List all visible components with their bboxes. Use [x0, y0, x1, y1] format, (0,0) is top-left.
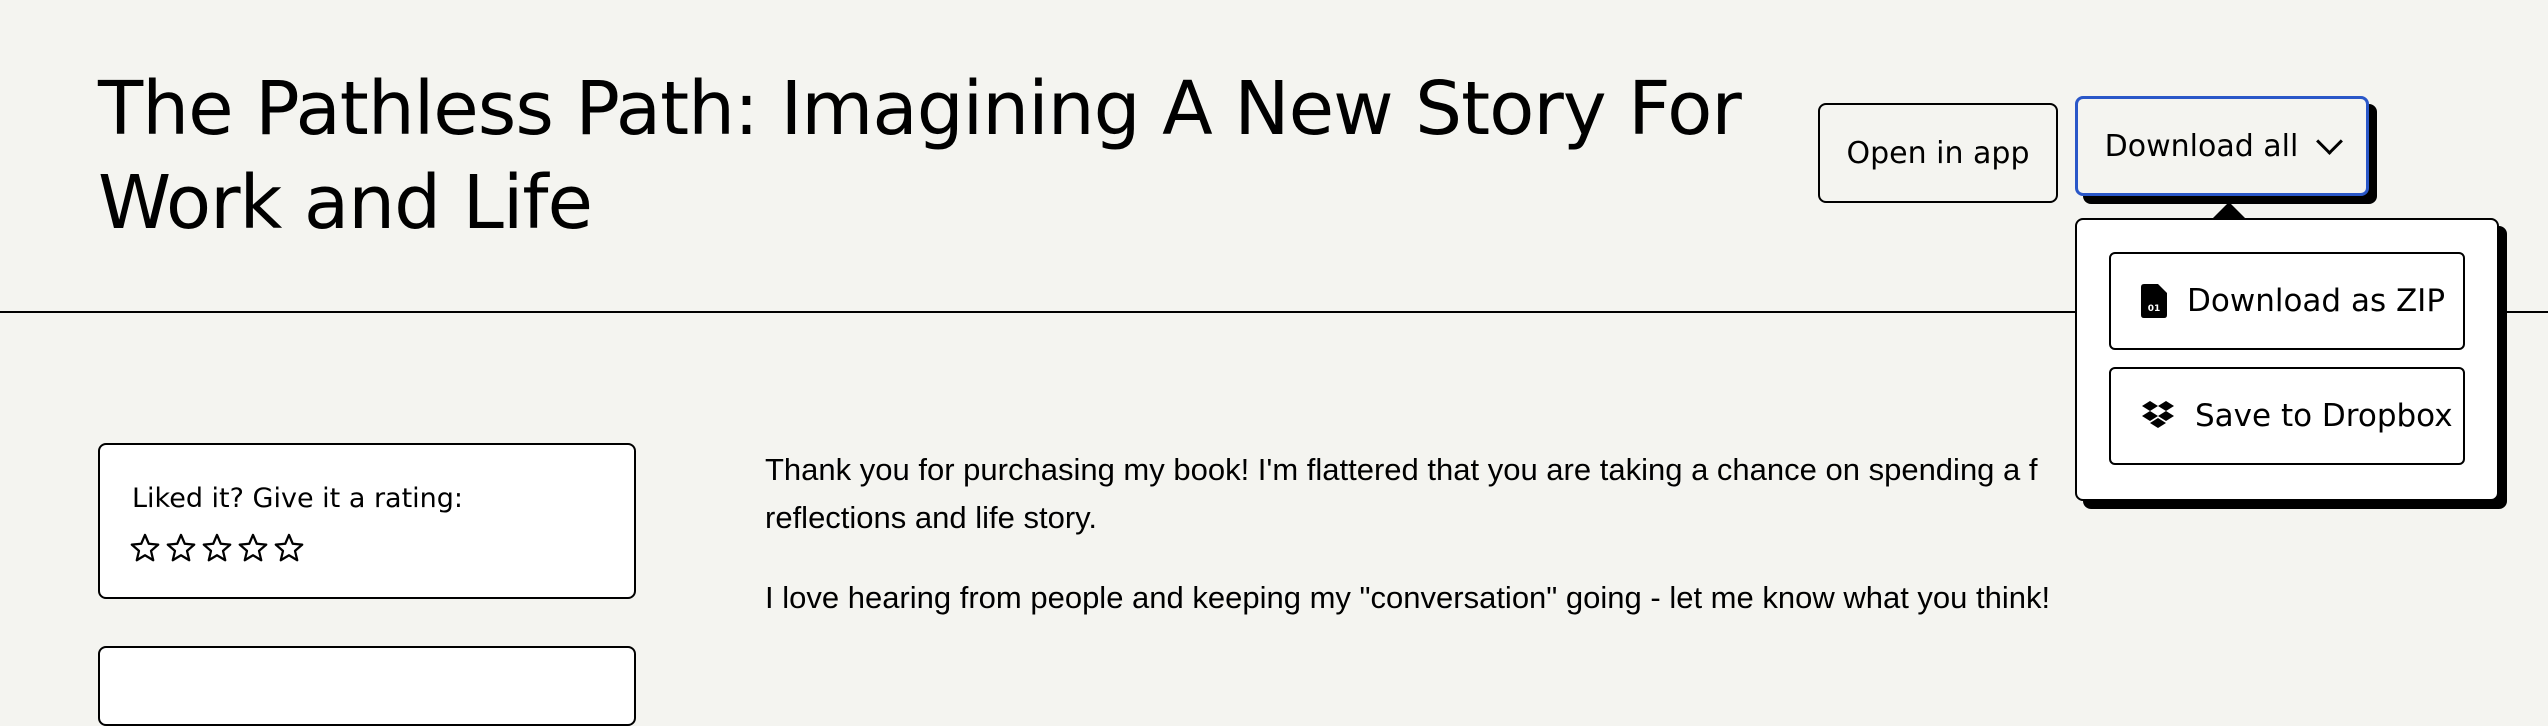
download-as-zip-label: Download as ZIP — [2187, 283, 2446, 319]
rating-card: Liked it? Give it a rating: — [98, 443, 636, 599]
star-icon[interactable] — [202, 533, 232, 563]
open-in-app-button[interactable]: Open in app — [1818, 103, 2058, 203]
svg-text:01: 01 — [2148, 304, 2161, 314]
message-paragraph-1-line-1: Thank you for purchasing my book! I'm fl… — [765, 452, 2038, 487]
message-paragraph-2: I love hearing from people and keeping m… — [765, 580, 2051, 615]
open-in-app-label: Open in app — [1846, 135, 2030, 171]
chevron-down-icon — [2316, 127, 2344, 155]
download-all-button[interactable]: Download all — [2075, 96, 2369, 196]
save-to-dropbox-label: Save to Dropbox — [2195, 398, 2453, 434]
dropbox-icon — [2142, 401, 2174, 428]
download-dropdown-menu: 01 Download as ZIP Save to Dropbox — [2075, 218, 2499, 501]
star-icon[interactable] — [238, 533, 268, 563]
star-rating — [130, 533, 304, 563]
star-icon[interactable] — [130, 533, 160, 563]
star-icon[interactable] — [274, 533, 304, 563]
download-all-label: Download all — [2104, 128, 2299, 164]
message-paragraph-1-line-2: reflections and life story. — [765, 500, 1097, 535]
secondary-card — [98, 646, 636, 726]
dropdown-caret — [2213, 202, 2245, 218]
star-icon[interactable] — [166, 533, 196, 563]
download-as-zip-button[interactable]: 01 Download as ZIP — [2109, 252, 2465, 350]
rating-prompt: Liked it? Give it a rating: — [132, 483, 464, 514]
zip-file-icon: 01 — [2141, 284, 2167, 318]
save-to-dropbox-button[interactable]: Save to Dropbox — [2109, 367, 2465, 465]
page-title: The Pathless Path: Imagining A New Story… — [98, 66, 1742, 246]
